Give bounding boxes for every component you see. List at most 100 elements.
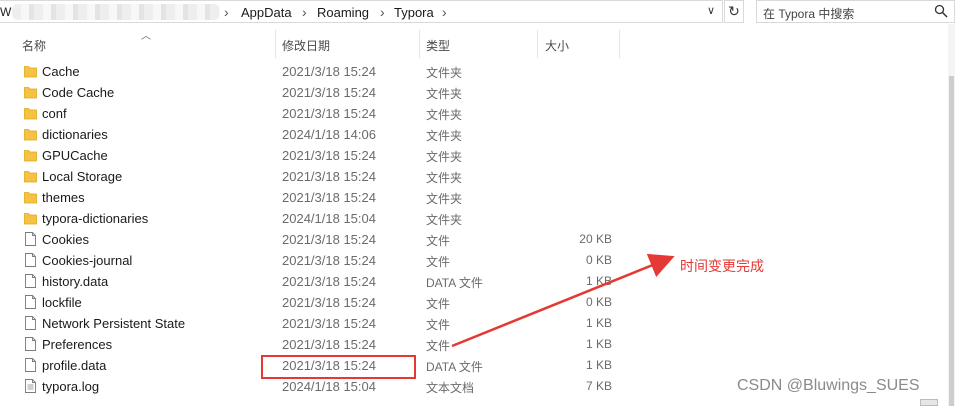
file-row[interactable]: Cache 2021/3/18 15:24 文件夹 (0, 61, 948, 82)
breadcrumb-appdata[interactable]: AppData (241, 5, 292, 20)
highlight-box (261, 355, 416, 379)
file-type: 文件夹 (426, 108, 463, 122)
folder-icon (24, 64, 37, 78)
column-divider[interactable] (275, 30, 276, 58)
file-type: 文件 (426, 318, 451, 332)
file-modified-date: 2021/3/18 15:24 (282, 274, 376, 289)
file-row[interactable]: themes 2021/3/18 15:24 文件夹 (0, 187, 948, 208)
file-name: themes (42, 190, 85, 205)
column-divider[interactable] (619, 30, 620, 58)
file-size: 7 KB (585, 379, 612, 393)
file-row[interactable]: GPUCache 2021/3/18 15:24 文件夹 (0, 145, 948, 166)
folder-icon (24, 148, 37, 162)
file-type: 文件 (426, 255, 451, 269)
file-size: 0 KB (585, 295, 612, 309)
file-row[interactable]: Network Persistent State 2021/3/18 15:24 文… (0, 313, 948, 334)
file-type: 文本文档 (426, 381, 475, 395)
search-placeholder: 在 Typora 中搜索 (763, 7, 855, 21)
file-type: 文件夹 (426, 171, 463, 185)
file-icon (24, 337, 37, 351)
file-icon (24, 316, 37, 330)
refresh-button[interactable]: ↻ (724, 0, 744, 23)
file-type: 文件夹 (426, 150, 463, 164)
file-name: history.data (42, 274, 109, 289)
file-row[interactable]: dictionaries 2024/1/18 14:06 文件夹 (0, 124, 948, 145)
file-row[interactable]: history.data 2021/3/18 15:24 DATA 文件 1 KB (0, 271, 948, 292)
search-input[interactable]: 在 Typora 中搜索 (756, 0, 955, 23)
file-name: Preferences (42, 337, 113, 352)
file-modified-date: 2021/3/18 15:24 (282, 169, 376, 184)
scrollbar-thumb[interactable] (949, 76, 954, 406)
watermark: CSDN @Bluwings_SUES (737, 377, 920, 394)
sort-ascending-icon: ︿ (141, 31, 151, 42)
breadcrumb-separator-icon[interactable]: › (442, 4, 447, 20)
file-modified-date: 2021/3/18 15:24 (282, 64, 376, 79)
address-blurred-path (12, 4, 220, 20)
file-name: lockfile (42, 295, 82, 310)
folder-icon (24, 85, 37, 99)
file-type: DATA 文件 (426, 360, 483, 374)
file-modified-date: 2021/3/18 15:24 (282, 106, 376, 121)
file-size: 0 KB (585, 253, 612, 267)
text-document-icon (24, 379, 37, 393)
file-size: 1 KB (585, 337, 612, 351)
address-dropdown-icon[interactable]: ∨ (707, 4, 715, 17)
file-type: 文件夹 (426, 129, 463, 143)
file-icon (24, 274, 37, 288)
file-size: 1 KB (585, 358, 612, 372)
file-row[interactable]: lockfile 2021/3/18 15:24 文件 0 KB (0, 292, 948, 313)
file-size: 20 KB (579, 232, 612, 246)
file-type: 文件 (426, 234, 451, 248)
view-toggle[interactable] (920, 399, 938, 406)
file-name: Cache (42, 64, 80, 79)
breadcrumb-separator-icon[interactable]: › (302, 4, 307, 20)
address-lead-char: W (0, 5, 12, 19)
folder-icon (24, 190, 37, 204)
file-type: DATA 文件 (426, 276, 483, 290)
file-modified-date: 2024/1/18 15:04 (282, 379, 376, 394)
file-modified-date: 2021/3/18 15:24 (282, 253, 376, 268)
file-modified-date: 2021/3/18 15:24 (282, 148, 376, 163)
column-header-date[interactable]: 修改日期 (282, 37, 330, 54)
address-box[interactable]: W › AppData › Roaming › Typora › ∨ (0, 0, 723, 23)
refresh-icon: ↻ (728, 3, 740, 19)
file-row[interactable]: typora-dictionaries 2024/1/18 15:04 文件夹 (0, 208, 948, 229)
column-divider[interactable] (419, 30, 420, 58)
file-size: 1 KB (585, 316, 612, 330)
breadcrumb-separator-icon[interactable]: › (380, 4, 385, 20)
breadcrumb-separator-icon[interactable]: › (224, 4, 229, 20)
column-header-type[interactable]: 类型 (426, 37, 450, 54)
file-type: 文件 (426, 297, 451, 311)
file-row[interactable]: Cookies-journal 2021/3/18 15:24 文件 0 KB (0, 250, 948, 271)
folder-icon (24, 127, 37, 141)
breadcrumb-roaming[interactable]: Roaming (317, 5, 369, 20)
column-header-size[interactable]: 大小 (545, 37, 569, 54)
file-name: Local Storage (42, 169, 123, 184)
file-modified-date: 2021/3/18 15:24 (282, 295, 376, 310)
file-modified-date: 2021/3/18 15:24 (282, 337, 376, 352)
file-icon (24, 232, 37, 246)
column-header-name[interactable]: 名称 (22, 37, 46, 54)
breadcrumb-typora[interactable]: Typora (394, 5, 434, 20)
file-row[interactable]: profile.data 2021/3/18 15:24 DATA 文件 1 KB (0, 355, 948, 376)
file-row[interactable]: Local Storage 2021/3/18 15:24 文件夹 (0, 166, 948, 187)
file-row[interactable]: Code Cache 2021/3/18 15:24 文件夹 (0, 82, 948, 103)
file-name: Cookies (42, 232, 89, 247)
folder-icon (24, 211, 37, 225)
file-name: dictionaries (42, 127, 108, 142)
annotation-note: 时间变更完成 (680, 258, 764, 274)
file-modified-date: 2021/3/18 15:24 (282, 232, 376, 247)
file-type: 文件 (426, 339, 451, 353)
vertical-scrollbar[interactable] (948, 24, 955, 406)
file-modified-date: 2021/3/18 15:24 (282, 190, 376, 205)
file-row[interactable]: conf 2021/3/18 15:24 文件夹 (0, 103, 948, 124)
file-name: typora-dictionaries (42, 211, 149, 226)
file-name: Code Cache (42, 85, 115, 100)
file-modified-date: 2024/1/18 14:06 (282, 127, 376, 142)
file-name: profile.data (42, 358, 107, 373)
column-divider[interactable] (537, 30, 538, 58)
file-row[interactable]: Preferences 2021/3/18 15:24 文件 1 KB (0, 334, 948, 355)
file-row[interactable]: Cookies 2021/3/18 15:24 文件 20 KB (0, 229, 948, 250)
file-modified-date: 2024/1/18 15:04 (282, 211, 376, 226)
file-icon (24, 358, 37, 372)
